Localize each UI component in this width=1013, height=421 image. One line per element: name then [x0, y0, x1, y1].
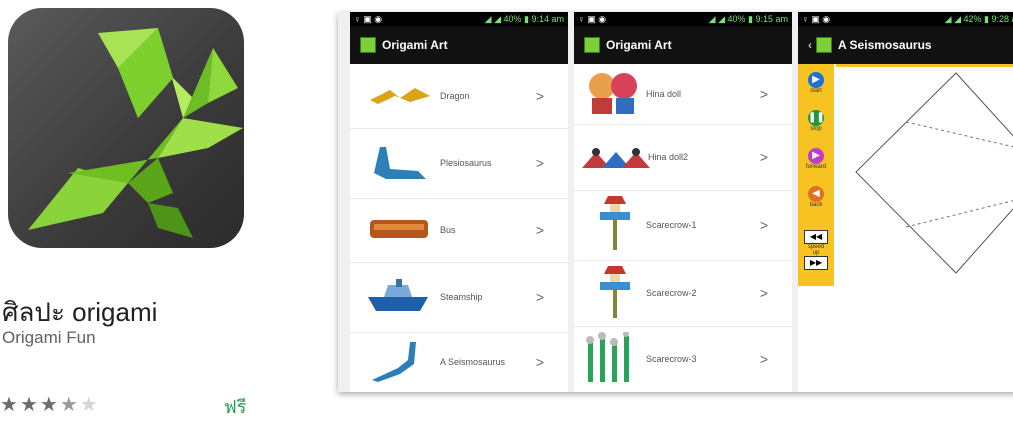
bus-thumbnail: [370, 220, 428, 238]
title-bar: Origami Art: [574, 26, 792, 64]
status-bar: ♀ ▣ ◉ ◢ ◢ 42% ▮ 9:28 am: [798, 12, 1013, 26]
tool-label: start: [810, 88, 822, 94]
list-item[interactable]: Steamship >: [350, 262, 568, 333]
speed-up-button[interactable]: ◀◀ speed up ▶▶: [804, 230, 828, 270]
canvas-footer: [798, 286, 1013, 392]
hina-doll2-thumbnail: [582, 148, 650, 168]
developer-name[interactable]: Origami Fun: [2, 328, 96, 348]
stop-button[interactable]: ❚❚ stop: [804, 110, 828, 132]
forward-button[interactable]: ▶ forward: [804, 148, 828, 170]
half-star-icon: ★: [59, 394, 80, 416]
screenshot-1[interactable]: ♀ ▣ ◉ ◢ ◢ 40% ▮ 9:14 am Origami Art Drag…: [350, 12, 568, 392]
item-label: A Seismosaurus: [440, 357, 506, 367]
chevron-right-icon: >: [535, 289, 544, 305]
animation-toolbar: ▶ start ❚❚ stop ▶ forward ◀ back ◀◀ spee…: [798, 64, 834, 286]
scarecrow-thumbnail: [600, 196, 630, 250]
list-item[interactable]: Bus >: [350, 198, 568, 263]
status-bar: ♀ ▣ ◉ ◢ ◢ 40% ▮ 9:15 am: [574, 12, 792, 26]
tool-label: speed up: [807, 244, 825, 256]
status-time: ◢ ◢ 40% ▮ 9:15 am: [708, 14, 788, 24]
list-item[interactable]: Plesiosaurus >: [350, 128, 568, 199]
chevron-right-icon: >: [759, 86, 768, 102]
fold-diagram: [855, 72, 1013, 274]
status-icons: ♀ ▣ ◉: [354, 14, 383, 24]
fast-forward-icon: ▶▶: [804, 256, 828, 270]
tool-label: forward: [805, 164, 826, 170]
screenshot-3[interactable]: ♀ ▣ ◉ ◢ ◢ 42% ▮ 9:28 am ‹ A Seismosaurus…: [798, 12, 1013, 392]
back-button[interactable]: ◀ back: [804, 186, 828, 208]
forward-icon: ▶: [808, 148, 824, 164]
hina-doll-thumbnail: [589, 73, 637, 114]
scarecrow3-thumbnail: [586, 332, 629, 382]
item-label: Scarecrow-1: [646, 220, 697, 230]
dragon-origami-icon: [28, 28, 243, 238]
screen-title: Origami Art: [382, 38, 448, 52]
pause-icon: ❚❚: [808, 110, 825, 126]
app-small-icon: [584, 37, 600, 53]
screen-title: A Seismosaurus: [838, 38, 932, 52]
steamship-thumbnail: [368, 279, 428, 311]
chevron-right-icon: >: [759, 285, 768, 301]
app-title[interactable]: ศิลปะ origami: [2, 292, 157, 333]
status-icons: ♀ ▣ ◉: [578, 14, 607, 24]
chevron-right-icon: >: [535, 354, 544, 370]
list-item[interactable]: Scarecrow-3 >: [574, 326, 792, 392]
list-item[interactable]: Hina doll2 >: [574, 124, 792, 191]
plesiosaurus-thumbnail: [374, 147, 426, 179]
item-label: Bus: [440, 225, 456, 235]
rewind-icon: ◀◀: [804, 230, 828, 244]
chevron-right-icon: >: [759, 149, 768, 165]
scarecrow-thumbnail: [600, 266, 630, 318]
back-arrow-icon: ‹: [808, 38, 812, 52]
item-label: Steamship: [440, 292, 483, 302]
dragon-thumbnail: [370, 88, 430, 104]
tool-label: stop: [810, 126, 822, 132]
screenshots-strip[interactable]: ♀ ▣ ◉ ◢ ◢ 40% ▮ 9:14 am Origami Art Drag…: [338, 12, 1013, 392]
chevron-right-icon: >: [759, 217, 768, 233]
tool-label: back: [809, 202, 823, 208]
list-item[interactable]: Hina doll >: [574, 64, 792, 125]
item-label: Dragon: [440, 91, 470, 101]
rating-stars: ★★★★★: [0, 392, 100, 417]
star-icon: ★: [0, 394, 20, 416]
empty-star-icon: ★: [79, 394, 100, 416]
list-item[interactable]: A Seismosaurus >: [350, 332, 568, 392]
item-label: Hina doll: [646, 89, 682, 99]
status-time: ◢ ◢ 42% ▮ 9:28 am: [944, 14, 1013, 24]
chevron-right-icon: >: [535, 88, 544, 104]
star-icon: ★: [39, 394, 60, 416]
list-item[interactable]: Dragon >: [350, 64, 568, 129]
list-item[interactable]: Scarecrow-2 >: [574, 260, 792, 327]
screen-title: Origami Art: [606, 38, 672, 52]
app-small-icon: [360, 37, 376, 53]
chevron-right-icon: >: [535, 155, 544, 171]
chevron-right-icon: >: [759, 351, 768, 367]
seismosaurus-thumbnail: [372, 342, 416, 382]
status-icons: ♀ ▣ ◉: [802, 14, 831, 24]
play-icon: ▶: [808, 72, 824, 88]
chevron-right-icon: >: [535, 222, 544, 238]
item-label: Scarecrow-2: [646, 288, 697, 298]
item-label: Plesiosaurus: [440, 158, 492, 168]
title-bar: ‹ A Seismosaurus: [798, 26, 1013, 64]
list-item[interactable]: Scarecrow-1 >: [574, 190, 792, 261]
fold-diagram-canvas[interactable]: [836, 64, 1013, 290]
item-label: Hina doll2: [648, 152, 689, 162]
star-icon: ★: [19, 394, 40, 416]
status-time: ◢ ◢ 40% ▮ 9:14 am: [484, 14, 564, 24]
app-small-icon: [816, 37, 832, 53]
status-bar: ♀ ▣ ◉ ◢ ◢ 40% ▮ 9:14 am: [350, 12, 568, 26]
item-label: Scarecrow-3: [646, 354, 697, 364]
title-bar: Origami Art: [350, 26, 568, 64]
app-icon[interactable]: [8, 8, 244, 248]
back-icon: ◀: [808, 186, 824, 202]
start-button[interactable]: ▶ start: [804, 72, 828, 94]
screenshot-2[interactable]: ♀ ▣ ◉ ◢ ◢ 40% ▮ 9:15 am Origami Art Hina…: [574, 12, 792, 392]
